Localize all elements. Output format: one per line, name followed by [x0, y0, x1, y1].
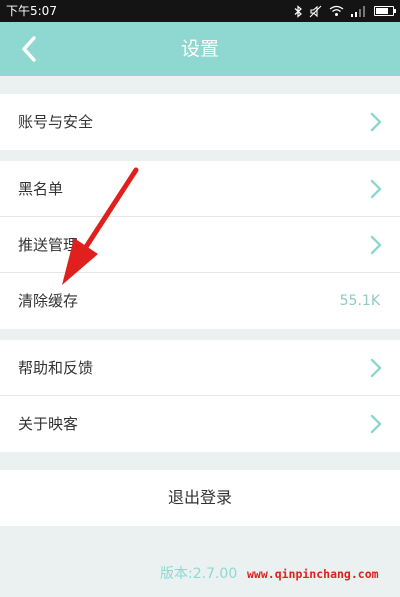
- chevron-right-icon: [370, 414, 382, 434]
- status-time: 下午5:07: [6, 4, 57, 18]
- settings-group-about: 帮助和反馈 关于映客: [0, 340, 400, 452]
- push-management-item[interactable]: 推送管理: [0, 217, 400, 273]
- mute-icon: [309, 5, 322, 18]
- chevron-right-icon: [370, 235, 382, 255]
- clear-cache-item[interactable]: 清除缓存 55.1K: [0, 273, 400, 329]
- row-label: 账号与安全: [18, 113, 94, 131]
- row-label: 关于映客: [18, 415, 79, 433]
- about-item[interactable]: 关于映客: [0, 396, 400, 452]
- cache-size-value: 55.1K: [339, 293, 380, 309]
- battery-icon: [374, 6, 396, 16]
- logout-button[interactable]: 退出登录: [0, 470, 400, 526]
- wifi-icon: [329, 5, 344, 17]
- row-label: 黑名单: [18, 180, 64, 198]
- chevron-right-icon: [370, 112, 382, 132]
- nav-bar: 设置: [0, 22, 400, 76]
- status-bar: 下午5:07: [0, 0, 400, 22]
- row-label: 推送管理: [18, 236, 79, 254]
- row-label: 帮助和反馈: [18, 359, 94, 377]
- bluetooth-icon: [294, 4, 302, 18]
- row-label: 清除缓存: [18, 292, 79, 310]
- help-feedback-item[interactable]: 帮助和反馈: [0, 340, 400, 396]
- blacklist-item[interactable]: 黑名单: [0, 161, 400, 217]
- watermark: www.qinpinchang.com: [247, 567, 379, 581]
- status-icons: [294, 3, 396, 19]
- settings-group-account: 账号与安全: [0, 94, 400, 150]
- signal-icon: [351, 5, 367, 17]
- page-title: 设置: [180, 38, 219, 60]
- chevron-right-icon: [370, 179, 382, 199]
- version-label: 版本:2.7.00: [160, 566, 238, 582]
- account-security-item[interactable]: 账号与安全: [0, 94, 400, 150]
- settings-group-privacy: 黑名单 推送管理 清除缓存 55.1K: [0, 161, 400, 329]
- chevron-right-icon: [370, 358, 382, 378]
